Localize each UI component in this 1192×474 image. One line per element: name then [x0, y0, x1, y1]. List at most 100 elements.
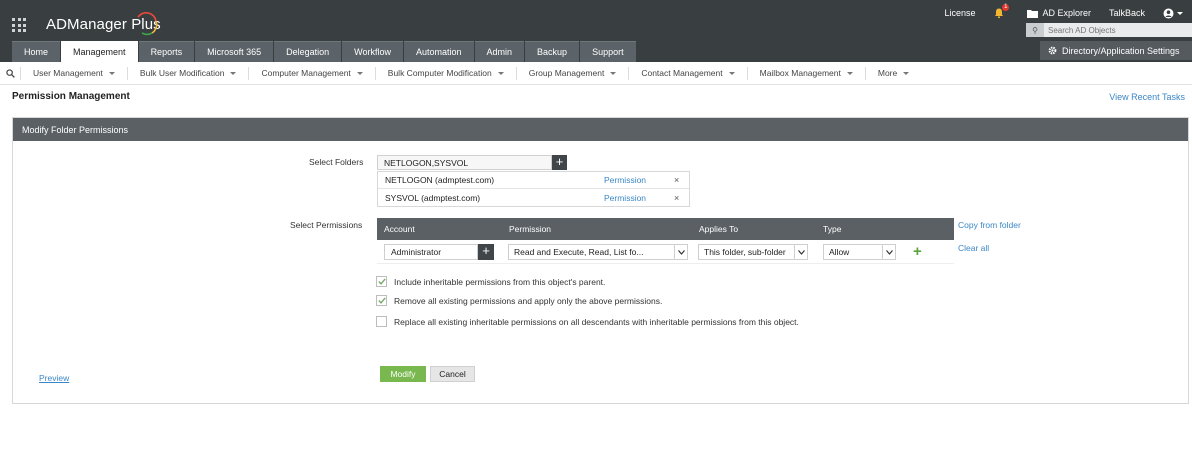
subnav-label: Group Management: [528, 68, 605, 78]
search-input[interactable]: [1044, 25, 1190, 35]
tab-support[interactable]: Support: [580, 41, 636, 62]
type-value: Allow: [829, 247, 850, 257]
subnav-label: Mailbox Management: [759, 68, 841, 78]
remove-existing-checkbox[interactable]: [376, 295, 387, 306]
tab-microsoft-365[interactable]: Microsoft 365: [195, 41, 274, 62]
tab-automation[interactable]: Automation: [403, 41, 474, 62]
cancel-button[interactable]: Cancel: [430, 366, 475, 382]
user-avatar-icon: [1163, 8, 1174, 18]
page-title: Permission Management: [12, 91, 130, 102]
plus-icon: +: [482, 243, 490, 258]
notification-count-badge: 1: [1002, 4, 1010, 11]
subnav-label: Bulk User Modification: [139, 68, 225, 78]
subnav-bulk-user-modification[interactable]: Bulk User Modification: [126, 66, 249, 80]
top-header: ADManager Plus License 1 AD Explorer Tal…: [0, 0, 1192, 62]
subnav-contact-management[interactable]: Contact Management: [628, 66, 746, 80]
notifications-button[interactable]: 1: [993, 4, 1010, 19]
folders-input[interactable]: NETLOGON,SYSVOL: [377, 155, 552, 170]
permission-value: Read and Execute, Read, List fo...: [514, 247, 644, 257]
app-launcher-icon[interactable]: [12, 18, 26, 32]
subnav-mailbox-management[interactable]: Mailbox Management: [746, 66, 865, 80]
permissions-table-header: Account Permission Applies To Type: [377, 218, 954, 240]
checkmark-icon: [377, 278, 386, 285]
replace-inheritable-checkbox[interactable]: [376, 316, 387, 327]
chevron-down-icon: [794, 245, 807, 259]
tab-management[interactable]: Management: [61, 41, 138, 62]
replace-inheritable-label: Replace all existing inheritable permiss…: [394, 317, 799, 327]
add-row-icon[interactable]: +: [913, 243, 922, 260]
selected-folders-list: NETLOGON (admptest.com) Permission × SYS…: [377, 171, 690, 207]
folder-icon: [1027, 9, 1039, 18]
subnav-search-icon[interactable]: [0, 68, 20, 78]
applies-to-value: This folder, sub-folder: [704, 247, 786, 257]
col-permission: Permission: [509, 224, 552, 234]
checkmark-icon: [377, 297, 386, 304]
main-tabs: Home Management Reports Microsoft 365 De…: [12, 41, 637, 62]
folder-row: SYSVOL (admptest.com) Permission ×: [378, 189, 689, 206]
subnav-computer-management[interactable]: Computer Management: [248, 66, 374, 80]
chevron-down-icon: [674, 245, 687, 259]
chevron-down-icon: [903, 71, 910, 75]
view-recent-tasks-link[interactable]: View Recent Tasks: [1109, 92, 1185, 102]
user-menu-button[interactable]: [1163, 8, 1183, 19]
sub-navigation: User Management Bulk User Modification C…: [0, 62, 1192, 85]
chevron-down-icon: [1177, 11, 1183, 15]
subnav-label: More: [877, 68, 898, 78]
account-field[interactable]: Administrator: [384, 244, 478, 260]
add-folder-button[interactable]: +: [552, 155, 567, 170]
tab-admin[interactable]: Admin: [474, 41, 525, 62]
folder-name: SYSVOL (admptest.com): [385, 192, 481, 203]
folder-name: NETLOGON (admptest.com): [385, 175, 495, 185]
col-applies-to: Applies To: [699, 224, 739, 234]
preview-link[interactable]: Preview: [39, 373, 69, 383]
include-inheritable-label: Include inheritable permissions from thi…: [394, 277, 606, 287]
subnav-group-management[interactable]: Group Management: [515, 66, 629, 80]
talkback-link[interactable]: TalkBack: [1109, 8, 1145, 18]
col-type: Type: [823, 224, 842, 234]
remove-folder-icon[interactable]: ×: [674, 193, 679, 203]
plus-icon: +: [555, 154, 564, 169]
copy-from-folder-link[interactable]: Copy from folder: [958, 220, 1021, 230]
folder-permission-link[interactable]: Permission: [604, 193, 646, 203]
tab-home[interactable]: Home: [12, 41, 61, 62]
search-icon[interactable]: ⚲: [1026, 23, 1044, 37]
global-search: ⚲: [1026, 23, 1192, 37]
col-account: Account: [384, 224, 415, 234]
subnav-user-management[interactable]: User Management: [20, 66, 127, 80]
applies-to-select[interactable]: This folder, sub-folder: [698, 244, 808, 260]
type-select[interactable]: Allow: [823, 244, 896, 260]
folder-row: NETLOGON (admptest.com) Permission ×: [378, 172, 689, 189]
logo-arc-icon: [137, 12, 158, 36]
subnav-bulk-computer-modification[interactable]: Bulk Computer Modification: [374, 66, 516, 80]
directory-settings-label: Directory/Application Settings: [1062, 45, 1180, 56]
tab-delegation[interactable]: Delegation: [274, 41, 342, 62]
chevron-down-icon: [610, 71, 617, 75]
subnav-more[interactable]: More: [864, 66, 921, 80]
license-link[interactable]: License: [944, 8, 975, 18]
chevron-down-icon: [846, 71, 853, 75]
permission-select[interactable]: Read and Execute, Read, List fo...: [508, 244, 688, 260]
tab-reports[interactable]: Reports: [138, 41, 195, 62]
modify-button[interactable]: Modify: [380, 366, 426, 382]
panel-title: Modify Folder Permissions: [13, 118, 1188, 141]
bell-icon: 1: [993, 4, 1010, 19]
subnav-label: User Management: [33, 68, 103, 78]
tab-backup[interactable]: Backup: [525, 41, 580, 62]
table-row: Administrator + Read and Execute, Read, …: [377, 240, 954, 264]
ad-explorer-link[interactable]: AD Explorer: [1027, 8, 1091, 18]
select-folders-label: Select Folders: [309, 157, 364, 167]
chevron-down-icon: [230, 71, 237, 75]
remove-folder-icon[interactable]: ×: [674, 175, 679, 185]
select-permissions-label: Select Permissions: [290, 220, 363, 230]
folder-permission-link[interactable]: Permission: [604, 175, 646, 185]
gear-icon: [1048, 46, 1057, 55]
include-inheritable-checkbox[interactable]: [376, 276, 387, 287]
directory-settings-button[interactable]: Directory/Application Settings: [1040, 41, 1192, 60]
clear-all-link[interactable]: Clear all: [958, 243, 989, 253]
chevron-down-icon: [108, 71, 115, 75]
subnav-label: Bulk Computer Modification: [387, 68, 492, 78]
chevron-down-icon: [882, 245, 895, 259]
add-account-button[interactable]: +: [478, 244, 494, 260]
tab-workflow[interactable]: Workflow: [342, 41, 403, 62]
chevron-down-icon: [356, 71, 363, 75]
